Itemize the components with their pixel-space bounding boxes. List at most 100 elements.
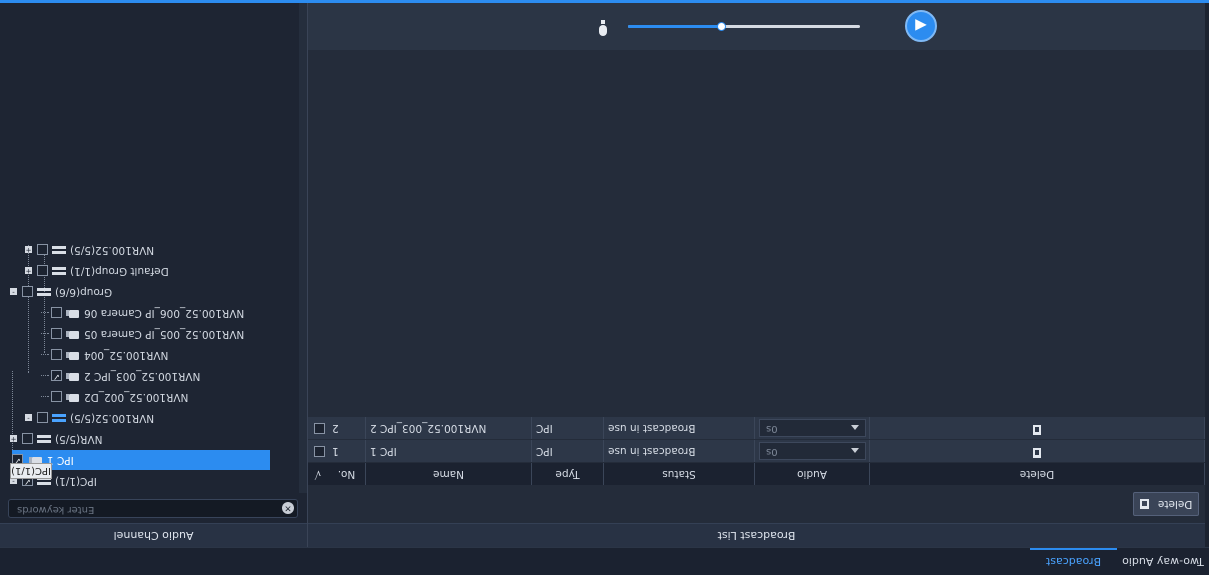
tree-node-label: IPC(1/1) — [55, 475, 97, 487]
node-checkbox[interactable] — [37, 265, 48, 277]
row-name: IPC 1 — [366, 440, 532, 462]
tree-node-default-group[interactable]: + Default Group(1/1) — [25, 261, 173, 281]
tree-connector — [41, 354, 49, 356]
camera-icon — [66, 391, 80, 403]
tree-node-label: Group(6/6) — [55, 286, 113, 298]
tree-node-nvr100-52[interactable]: + NVR100.52(5/5) — [25, 240, 158, 260]
microphone-icon[interactable] — [597, 18, 609, 36]
col-status: Status — [604, 463, 755, 485]
camera-icon — [66, 328, 80, 340]
row-status: Broadcast in use — [604, 440, 755, 462]
camera-icon — [66, 370, 80, 382]
row-status: Broadcast in use — [604, 417, 755, 439]
tree-node-label: NVR100.52_005_IP Camera 05 — [84, 328, 245, 340]
table-row[interactable]: 2 NVR100.52_003_IPC 2 IPC Broadcast in u… — [308, 417, 1205, 439]
delete-row-icon[interactable] — [1033, 425, 1041, 435]
row-checkbox-cell[interactable] — [308, 440, 328, 462]
nvr-icon — [37, 286, 51, 298]
tree-node-label: NVR100.52_006_IP Camera 06 — [84, 307, 245, 319]
search-placeholder: Enter keywords — [17, 504, 95, 515]
tree-node-camera[interactable]: NVR100.52_006_IP Camera 06 — [41, 303, 248, 323]
row-audio-cell: 0s — [755, 440, 870, 462]
volume-slider-fill — [628, 25, 721, 28]
tree-node-group[interactable]: - Group(6/6) — [10, 282, 116, 302]
audio-channel-title: Audio Channel — [0, 523, 307, 547]
tab-two-way-audio-label[interactable]: Two-way Audio — [1117, 548, 1209, 575]
node-checkbox[interactable] — [51, 307, 62, 319]
audio-select-value: 0s — [766, 446, 778, 457]
tree-node-label: NVR(5/5) — [55, 433, 103, 445]
delete-button[interactable]: Delete — [1133, 492, 1199, 516]
node-checkbox[interactable] — [51, 328, 62, 340]
node-checkbox[interactable] — [51, 391, 62, 403]
clear-search-icon[interactable]: × — [282, 502, 294, 514]
row-checkbox[interactable] — [314, 446, 325, 457]
tree-node-camera[interactable]: NVR100.52_002_D2 — [41, 387, 192, 407]
tree-node-nvr[interactable]: + NVR(5/5) — [10, 429, 106, 449]
node-checkbox[interactable] — [22, 433, 33, 445]
row-checkbox-cell[interactable] — [308, 417, 328, 439]
tree-node-camera[interactable]: ✓ NVR100.52_003_IPC 2 — [41, 366, 204, 386]
expand-icon[interactable]: - — [10, 288, 17, 297]
camera-icon — [66, 349, 80, 361]
row-checkbox[interactable] — [314, 423, 325, 434]
row-name: NVR100.52_003_IPC 2 — [366, 417, 532, 439]
microphone-icon-base — [601, 20, 605, 24]
volume-slider[interactable] — [628, 22, 860, 31]
row-no: 2 — [328, 417, 366, 439]
tab-broadcast[interactable]: Broadcast — [1030, 548, 1117, 575]
tree-connector — [41, 396, 49, 398]
microphone-icon-cap — [599, 25, 607, 36]
audio-select-value: 0s — [766, 423, 778, 434]
broadcast-list-title: Broadcast List — [308, 523, 1205, 547]
broadcast-list-panel: Broadcast List Delete √ No. Name Type St… — [308, 3, 1205, 547]
node-checkbox[interactable]: ✓ — [51, 370, 62, 382]
search-input[interactable]: × Enter keywords — [8, 499, 298, 518]
row-type: IPC — [532, 440, 604, 462]
audio-select[interactable]: 0s — [759, 419, 866, 437]
tree-scrollbar[interactable] — [299, 0, 307, 493]
tab-bar: Two-way Audio Broadcast — [0, 547, 1209, 575]
col-delete: Delete — [870, 463, 1205, 485]
tree-node-label: NVR100.52(5/5) — [70, 412, 155, 424]
tree-node-camera[interactable]: NVR100.52_004 — [41, 345, 172, 365]
nvr-icon — [52, 265, 66, 277]
table-header: √ No. Name Type Status Audio Delete — [308, 463, 1205, 485]
node-checkbox[interactable] — [37, 244, 48, 256]
tree-connector — [41, 312, 49, 314]
expand-icon[interactable]: - — [25, 414, 32, 423]
broadcast-empty-area — [308, 50, 1205, 417]
tree-node-label: NVR100.52_003_IPC 2 — [84, 370, 201, 382]
col-audio: Audio — [755, 463, 870, 485]
volume-slider-thumb[interactable] — [716, 22, 726, 31]
col-type: Type — [532, 463, 604, 485]
nvr-online-icon — [52, 412, 66, 424]
node-checkbox[interactable] — [22, 286, 33, 298]
tree-node-nvr100-52-blue[interactable]: - NVR100.52(5/5) — [25, 408, 158, 428]
tree-connector — [41, 333, 49, 335]
delete-row-icon[interactable] — [1033, 448, 1041, 458]
tree-node-label: Default Group(1/1) — [70, 265, 169, 277]
node-checkbox[interactable] — [51, 349, 62, 361]
expand-icon[interactable]: + — [10, 435, 17, 444]
broadcast-speaker-icon[interactable]: ◀ — [905, 10, 937, 42]
camera-icon — [66, 307, 80, 319]
expand-icon[interactable]: + — [25, 267, 32, 276]
node-tooltip: IPC(1/1) — [10, 463, 52, 479]
tree-node-camera[interactable]: NVR100.52_005_IP Camera 05 — [41, 324, 248, 344]
accent-line — [0, 0, 1209, 3]
col-name: Name — [366, 463, 532, 485]
expand-icon[interactable]: + — [25, 246, 32, 255]
nvr-icon — [37, 433, 51, 445]
row-no: 1 — [328, 440, 366, 462]
row-audio-cell: 0s — [755, 417, 870, 439]
col-check[interactable]: √ — [308, 463, 328, 485]
node-checkbox[interactable] — [37, 412, 48, 424]
dropdown-icon — [851, 425, 859, 430]
nvr-icon — [52, 244, 66, 256]
audio-select[interactable]: 0s — [759, 442, 866, 460]
tree-node-label: NVR100.52(5/5) — [70, 244, 155, 256]
dropdown-icon — [851, 448, 859, 453]
table-row[interactable]: 1 IPC 1 IPC Broadcast in use 0s — [308, 440, 1205, 462]
col-no: No. — [328, 463, 366, 485]
